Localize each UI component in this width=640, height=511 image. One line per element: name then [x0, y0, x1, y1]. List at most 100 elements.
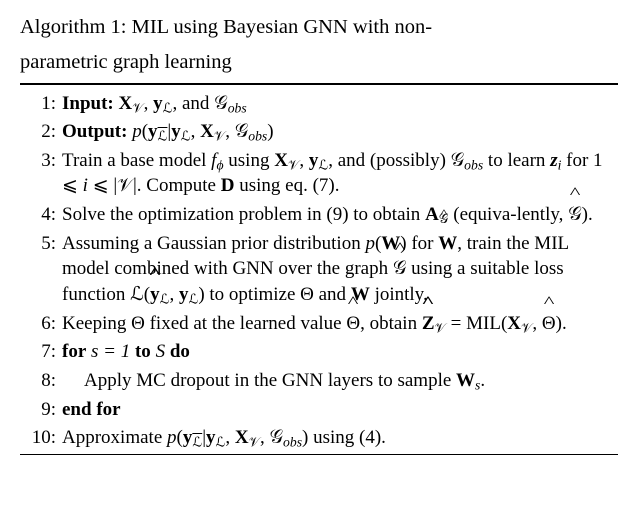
rule-top [20, 83, 618, 85]
sym-obs: obs [248, 129, 267, 144]
sym-V: 𝒱 [132, 100, 143, 115]
step-number: 3: [20, 148, 62, 174]
step-content: Solve the optimization problem in (9) to… [62, 202, 618, 228]
text: using (4). [308, 427, 386, 448]
input-keyword: Input: [62, 93, 114, 114]
sym-y: y [153, 93, 163, 114]
step-8: 8: Apply MC dropout in the GNN layers to… [20, 368, 618, 394]
D: D [221, 175, 235, 196]
sym-L: ℒ [181, 129, 191, 144]
S: S [156, 341, 166, 362]
sym-X: X [274, 150, 288, 171]
text: , obtain [360, 313, 422, 334]
endfor-keyword: end for [62, 399, 121, 420]
algorithm-title-line1: MIL using Bayesian GNN with non- [132, 16, 432, 38]
do-keyword: do [170, 341, 190, 362]
p: p [132, 121, 142, 142]
step-7: 7: for s = 1 to S do [20, 339, 618, 365]
step-5: 5: Assuming a Gaussian prior distributio… [20, 231, 618, 308]
algorithm-label: Algorithm 1: [20, 16, 126, 38]
text: for [407, 233, 439, 254]
text: Train a base model [62, 150, 211, 171]
step-number: 5: [20, 231, 62, 257]
sym-L: ℒ [318, 157, 328, 172]
sym-X: X [507, 313, 521, 334]
step-content: Apply MC dropout in the GNN layers to sa… [62, 368, 618, 394]
text: (equiva-lently, [449, 204, 569, 225]
sym-G: 𝒢 [451, 150, 465, 171]
step-content: Assuming a Gaussian prior distribution p… [62, 231, 618, 308]
z: z [550, 150, 557, 171]
step-content: Train a base model fϕ using X𝒱, yℒ, and … [62, 148, 618, 199]
rparen: ). [556, 313, 567, 334]
sym-X: X [119, 93, 133, 114]
step-number: 1: [20, 91, 62, 117]
phi: ϕ [216, 157, 223, 172]
text: Approximate [62, 427, 167, 448]
Theta-hat: Θ [346, 311, 360, 337]
period: . [480, 370, 485, 391]
A: A [425, 204, 439, 225]
step-4: 4: Solve the optimization problem in (9)… [20, 202, 618, 228]
sym-V: 𝒱 [521, 320, 532, 335]
sym-X: X [235, 427, 249, 448]
sym-y: y [183, 427, 193, 448]
text: Keeping Θ fixed at the learned value [62, 313, 346, 334]
step-number: 2: [20, 119, 62, 145]
MIL: MIL [466, 313, 501, 334]
loop-start: s = 1 [91, 341, 130, 362]
y-hat: y [150, 282, 160, 308]
sym-obs: obs [464, 157, 483, 172]
algorithm-steps: 1: Input: X𝒱, yℒ, and 𝒢obs 2: Output: p (… [20, 91, 618, 451]
sym-G: 𝒢 [235, 121, 249, 142]
text: using eq. (7). [234, 175, 339, 196]
Theta-hat: Θ [542, 311, 556, 337]
rule-bottom [20, 454, 618, 455]
step-number: 9: [20, 397, 62, 423]
sym-L: ℒ [216, 435, 226, 450]
Z-hat: Z [422, 311, 435, 337]
for-keyword: for [62, 341, 86, 362]
sym-y: y [309, 150, 319, 171]
algorithm-title-line2: parametric graph learning [20, 49, 618, 77]
W: W [456, 370, 475, 391]
sym-y: y [206, 427, 216, 448]
sym-L: ℒ [188, 291, 198, 306]
text: Assuming a Gaussian prior distribution [62, 233, 365, 254]
L-bar: ℒ [192, 435, 202, 450]
sym-V: 𝒱 [435, 320, 446, 335]
step-1: 1: Input: X𝒱, yℒ, and 𝒢obs [20, 91, 618, 117]
text: to optimize Θ and [205, 284, 351, 305]
and: and [182, 93, 209, 114]
step-3: 3: Train a base model fϕ using X𝒱, yℒ, a… [20, 148, 618, 199]
sym-obs: obs [283, 435, 302, 450]
step-content: end for [62, 397, 618, 423]
step-6: 6: Keeping Θ fixed at the learned value … [20, 311, 618, 337]
step-content: Output: p(yℒ|yℒ, X𝒱, 𝒢obs) [62, 119, 618, 145]
output-keyword: Output: [62, 121, 127, 142]
text: jointly. [370, 284, 428, 305]
sym-L: ℒ [160, 291, 170, 306]
text: Solve the optimization problem in (9) to… [62, 204, 425, 225]
poss: (possibly) [370, 150, 446, 171]
step-number: 8: [20, 368, 62, 394]
step-9: 9: end for [20, 397, 618, 423]
algorithm-block: Algorithm 1: MIL using Bayesian GNN with… [0, 0, 640, 511]
step-number: 7: [20, 339, 62, 365]
sym-obs: obs [228, 100, 247, 115]
G-hat: 𝒢 [393, 256, 407, 282]
sym-V: 𝒱 [249, 435, 260, 450]
comma: , [144, 93, 154, 114]
W: W [438, 233, 457, 254]
eq: = [446, 313, 466, 334]
sym-X: X [200, 121, 214, 142]
text: Apply MC dropout in the GNN layers to sa… [84, 370, 456, 391]
to-keyword: to [135, 341, 151, 362]
step-number: 4: [20, 202, 62, 228]
sym-V: 𝒱 [288, 157, 299, 172]
sym-y: y [148, 121, 158, 142]
step-content: Input: X𝒱, yℒ, and 𝒢obs [62, 91, 618, 117]
step-10: 10: Approximate p(yℒ|yℒ, X𝒱, 𝒢obs) using… [20, 425, 618, 451]
G-hat: 𝒢 [568, 202, 582, 228]
step-content: for s = 1 to S do [62, 339, 618, 365]
